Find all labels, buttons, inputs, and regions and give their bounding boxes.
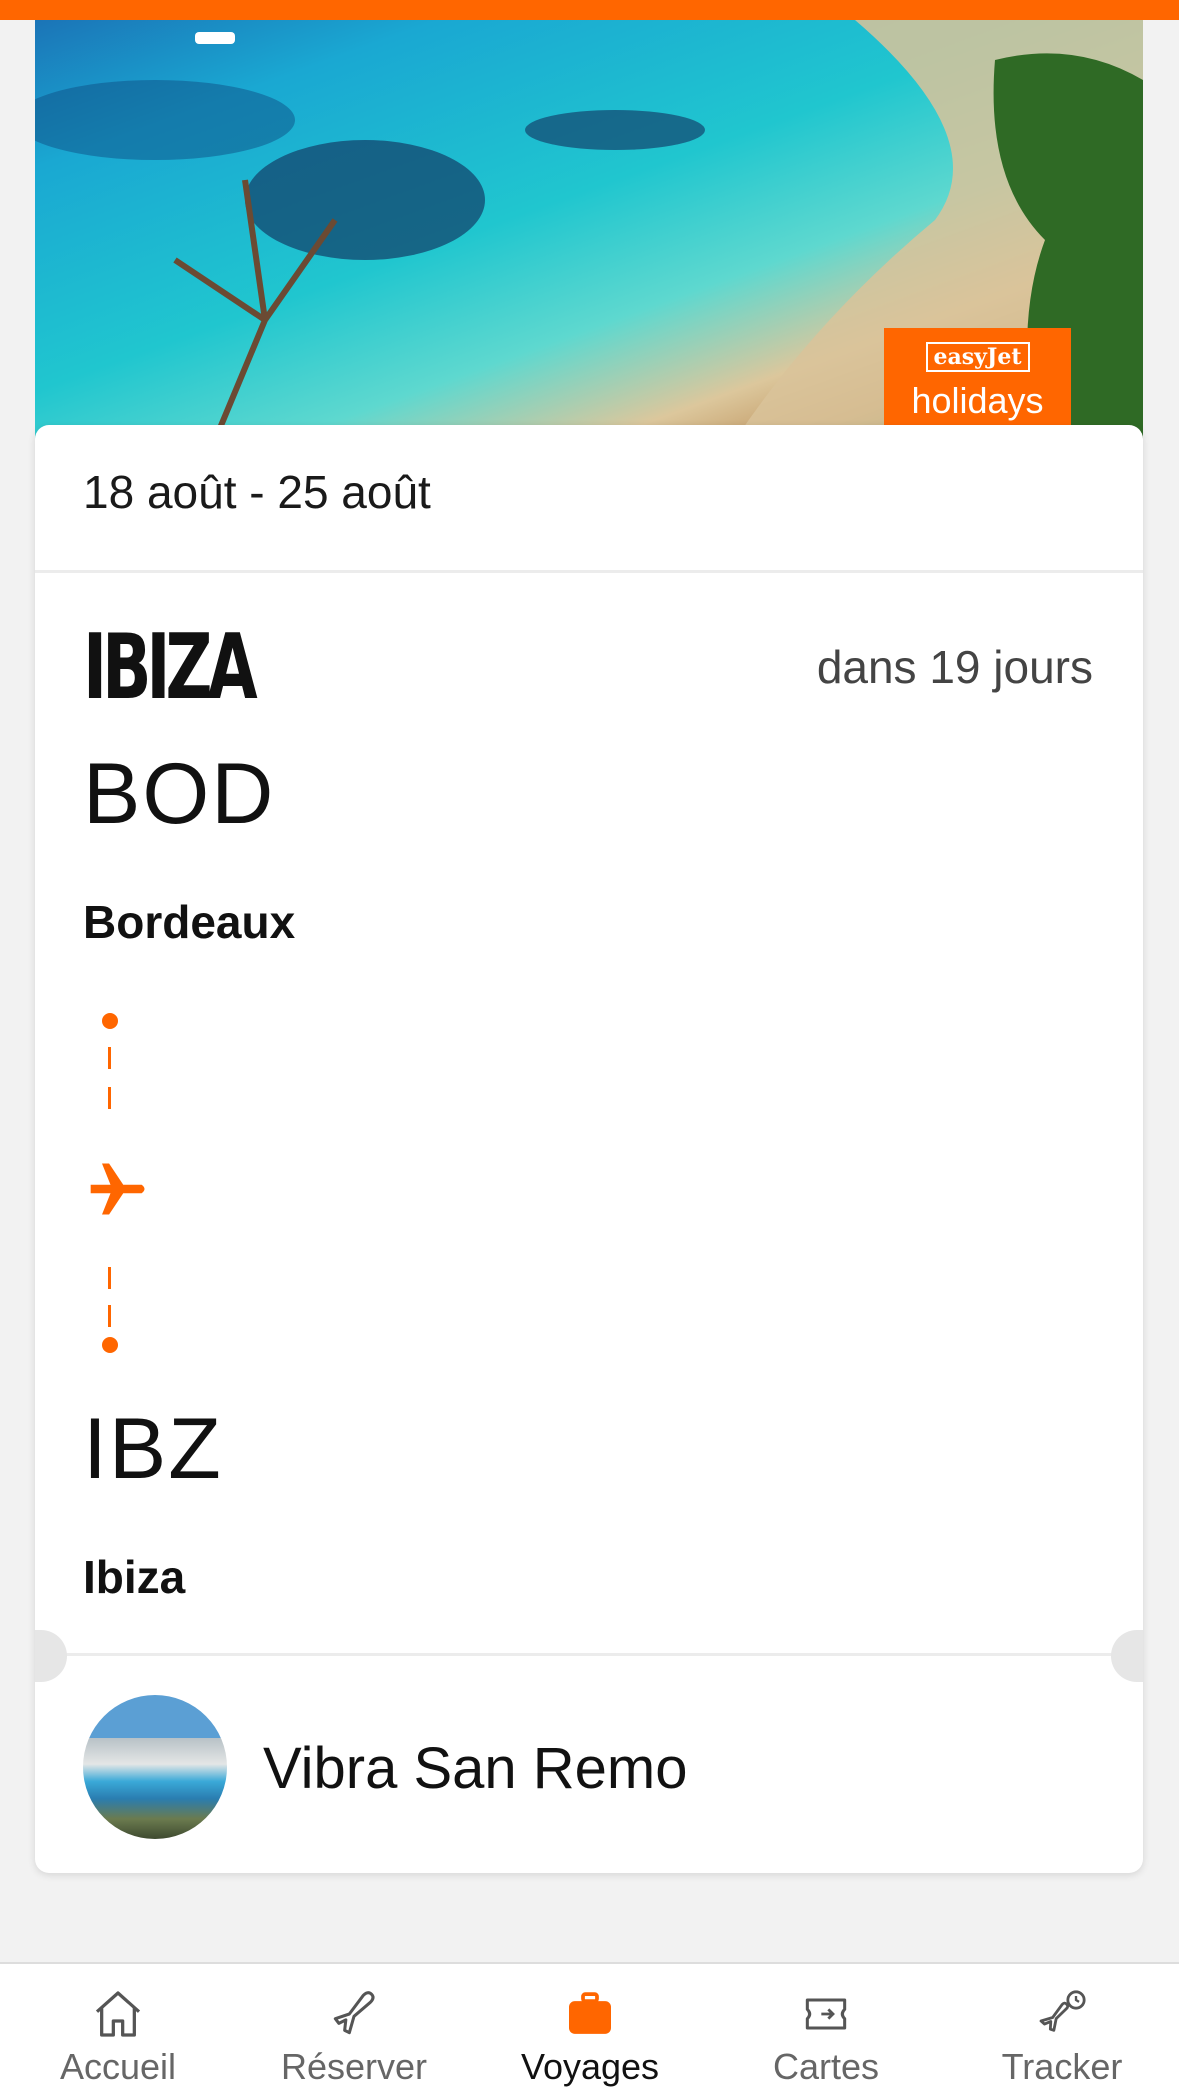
trip-dates: 18 août - 25 août xyxy=(83,466,431,518)
destination-title: IBIZA xyxy=(83,615,258,720)
boarding-pass-icon xyxy=(805,1998,847,2030)
route-dash xyxy=(108,1305,111,1327)
nav-item-voyages[interactable]: Voyages xyxy=(472,1964,708,2096)
home-icon xyxy=(95,1991,141,2037)
route-dash xyxy=(108,1047,111,1069)
bottom-navigation: Accueil Réserver Voyages Cartes Tracker xyxy=(0,1962,1179,2096)
easyjet-holidays-logo: easyJet holidays xyxy=(884,328,1071,440)
nav-item-cartes[interactable]: Cartes xyxy=(708,1964,944,2096)
destination-city-name: Ibiza xyxy=(83,1551,186,1603)
hotel-name[interactable]: Vibra San Remo xyxy=(263,1735,688,1802)
status-accent-bar xyxy=(0,0,1179,20)
nav-label: Tracker xyxy=(1001,2046,1123,2087)
nav-item-tracker[interactable]: Tracker xyxy=(944,1964,1179,2096)
suitcase-icon xyxy=(569,1992,611,2034)
route-dash xyxy=(108,1087,111,1109)
ticket-notch xyxy=(35,1630,67,1682)
origin-city-name: Bordeaux xyxy=(83,896,296,948)
trip-countdown: dans 19 jours xyxy=(816,641,1093,693)
route-start-dot xyxy=(102,1013,118,1029)
nav-item-accueil[interactable]: Accueil xyxy=(0,1964,236,2096)
hero-image: easyJet holidays xyxy=(35,20,1143,440)
nav-label: Réserver xyxy=(280,2046,428,2087)
origin-airport-code: BOD xyxy=(83,746,276,842)
nav-label: Voyages xyxy=(520,2046,660,2087)
card-divider xyxy=(35,570,1143,573)
route-dash xyxy=(108,1267,111,1289)
plane-icon xyxy=(333,1991,375,2035)
flight-tracker-icon xyxy=(1039,1990,1086,2032)
destination-airport-code: IBZ xyxy=(83,1401,223,1497)
route-end-dot xyxy=(102,1337,118,1353)
brand-logo-text: easyJet xyxy=(925,342,1030,372)
card-divider xyxy=(35,1653,1143,1656)
nav-item-reserver[interactable]: Réserver xyxy=(236,1964,472,2096)
booking-card[interactable]: 18 août - 25 août IBIZA dans 19 jours BO… xyxy=(35,425,1143,1873)
ticket-notch xyxy=(1111,1630,1143,1682)
hotel-thumbnail xyxy=(83,1695,227,1839)
brand-logo-subtext: holidays xyxy=(911,380,1044,421)
plane-icon xyxy=(90,1163,145,1215)
nav-label: Accueil xyxy=(59,2046,177,2087)
nav-label: Cartes xyxy=(772,2046,880,2087)
